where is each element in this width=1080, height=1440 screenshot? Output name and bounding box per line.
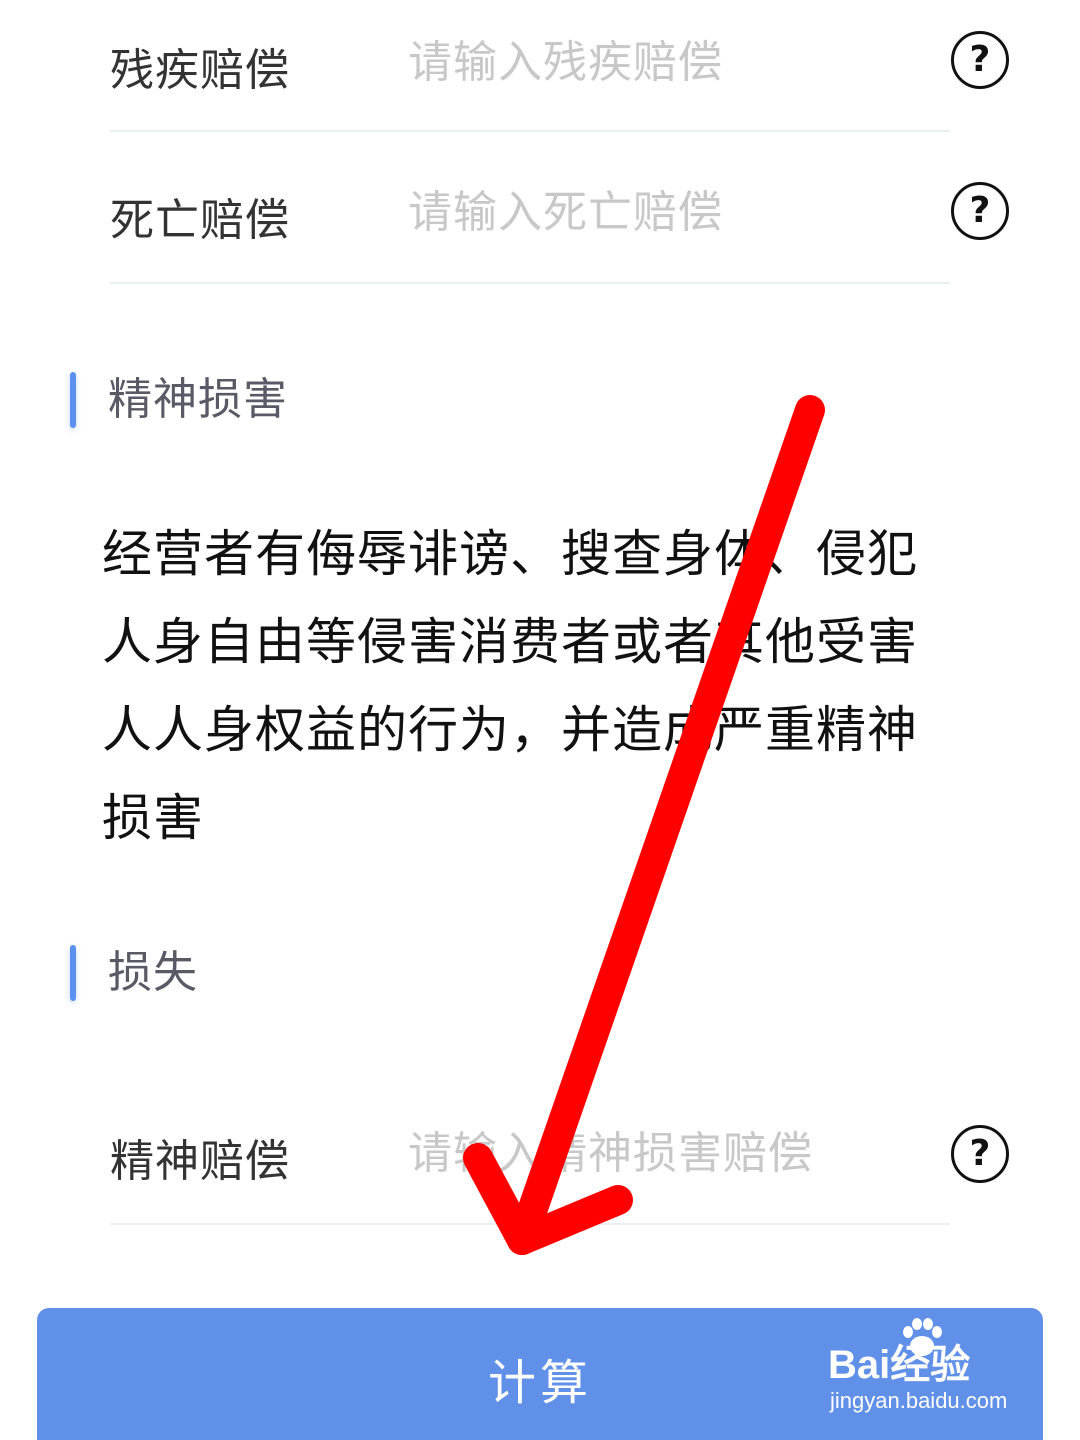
calculate-button-label: 计算 bbox=[487, 1355, 592, 1411]
section-accent-bar bbox=[70, 372, 76, 428]
watermark-brand: Bai经验 bbox=[828, 1343, 971, 1387]
field-label-mental: 精神赔偿 bbox=[110, 1136, 290, 1187]
mental-compensation-input[interactable] bbox=[408, 1123, 928, 1183]
section-title-loss: 损失 bbox=[108, 947, 198, 998]
field-label-death: 死亡赔偿 bbox=[110, 195, 290, 246]
baidu-jingyan-watermark: Bai经验 jingyan.baidu.com bbox=[828, 1318, 1028, 1422]
field-row-death: 死亡赔偿 bbox=[110, 134, 950, 284]
death-compensation-input[interactable] bbox=[408, 182, 928, 242]
question-circle-icon[interactable]: ? bbox=[951, 1125, 1009, 1183]
field-label-disability: 残疾赔偿 bbox=[110, 45, 290, 96]
field-row-disability: 残疾赔偿 bbox=[110, 0, 950, 132]
compensation-calculator-page: 残疾赔偿 ? 死亡赔偿 ? 精神损害 经营者有侮辱诽谤、搜查身体、侵犯人身自由等… bbox=[0, 0, 1080, 1440]
question-circle-icon[interactable]: ? bbox=[951, 182, 1009, 240]
question-circle-icon[interactable]: ? bbox=[951, 31, 1009, 89]
watermark-url: jingyan.baidu.com bbox=[830, 1388, 1008, 1413]
field-row-mental: 精神赔偿 bbox=[110, 1075, 950, 1225]
disability-compensation-input[interactable] bbox=[408, 32, 928, 92]
mental-damage-description: 经营者有侮辱诽谤、搜查身体、侵犯人身自由等侵害消费者或者其他受害人人身权益的行为… bbox=[102, 525, 918, 847]
section-title-mental-damage: 精神损害 bbox=[108, 374, 288, 425]
section-accent-bar bbox=[70, 945, 76, 1001]
